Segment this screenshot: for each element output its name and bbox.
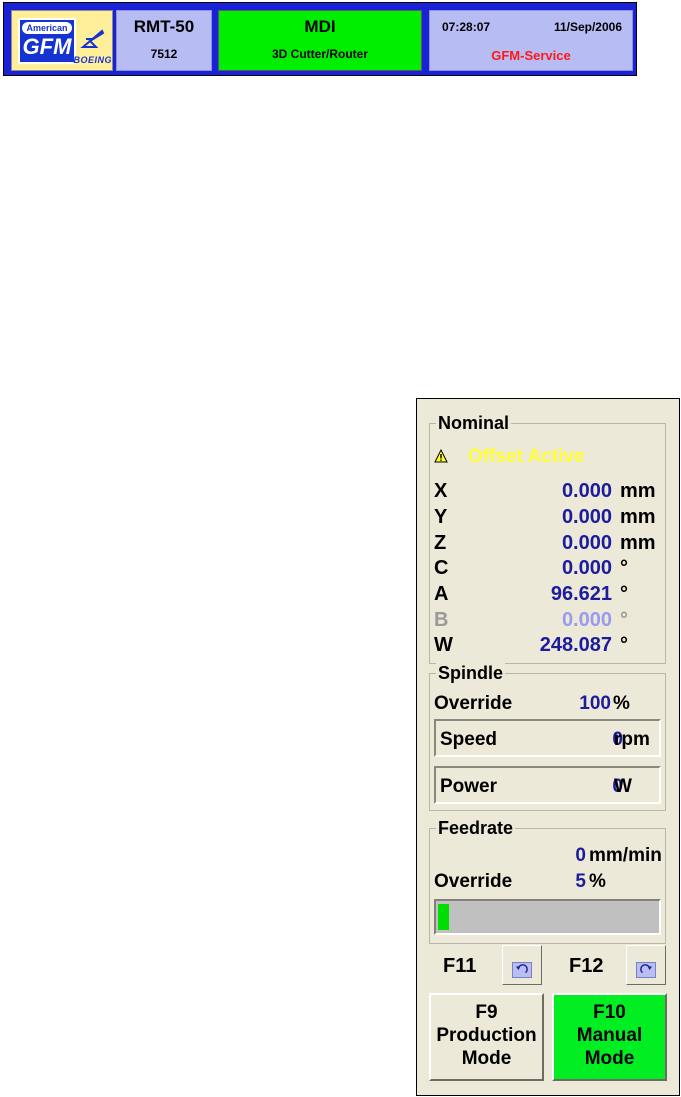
spindle-power-label: Power <box>440 776 498 797</box>
spindle-title: Spindle <box>436 662 506 684</box>
axis-label: W <box>434 634 453 656</box>
axis-row-b: B 0.000 ° <box>434 609 662 633</box>
axis-value: 0.000 <box>561 609 612 631</box>
f10-manual-mode-button[interactable]: F10 Manual Mode <box>552 993 667 1081</box>
f11-label: F11 <box>443 955 477 977</box>
nominal-group: Nominal Offset Active X 0.000 mm Y 0.000… <box>429 412 666 664</box>
spindle-override-unit: % <box>613 693 630 714</box>
status-header-bar: American GFM BOEING RMT-50 7512 MDI 3D C… <box>3 2 637 76</box>
axis-row-c: C 0.000 ° <box>434 557 662 581</box>
axis-unit: mm <box>620 480 656 502</box>
feedrate-group: Feedrate 0 mm/min Override 5 % <box>429 817 666 944</box>
axis-unit: ° <box>620 609 628 631</box>
f12-label: F12 <box>569 955 604 977</box>
offset-status: Offset Active <box>468 446 585 467</box>
f11-undo-button[interactable] <box>502 945 542 985</box>
axis-row-a: A 96.621 ° <box>434 583 662 607</box>
axis-control-panel: Nominal Offset Active X 0.000 mm Y 0.000… <box>416 398 680 1096</box>
spindle-speed-label: Speed <box>440 729 498 750</box>
f10-line1: Manual <box>576 1025 643 1046</box>
axis-unit: ° <box>620 583 628 605</box>
axis-value: 248.087 <box>539 634 612 656</box>
spindle-group: Spindle Override 100 % Speed 0 rpm Power… <box>429 662 666 811</box>
feedrate-override-unit: % <box>589 871 606 892</box>
f10-line2: Mode <box>584 1048 635 1069</box>
logo-american-text: American <box>22 22 72 34</box>
axis-value: 0.000 <box>561 480 612 502</box>
axis-row-y: Y 0.000 mm <box>434 506 662 530</box>
axis-row-w: W 248.087 ° <box>434 634 662 658</box>
mode-indicator: MDI 3D Cutter/Router <box>218 10 422 71</box>
axis-value: 0.000 <box>561 532 612 554</box>
current-user: GFM-Service <box>491 48 571 63</box>
spindle-override-label: Override <box>434 693 513 714</box>
spindle-speed-unit: rpm <box>614 729 650 750</box>
feedrate-title: Feedrate <box>436 817 516 839</box>
feedrate-value: 0 <box>575 845 586 866</box>
redo-icon <box>636 962 656 978</box>
axis-label: A <box>434 583 449 605</box>
logo-boeing-text: BOEING <box>73 55 112 65</box>
machine-info: RMT-50 7512 <box>116 10 212 71</box>
f9-production-mode-button[interactable]: F9 Production Mode <box>429 993 544 1081</box>
axis-value: 96.621 <box>550 583 612 605</box>
spindle-power-box: Power 0 W <box>434 766 661 804</box>
company-logo: American GFM BOEING <box>11 10 113 71</box>
feedrate-override-bar <box>434 899 661 935</box>
feedrate-override-label: Override <box>434 871 513 892</box>
feedrate-override-fill <box>438 904 449 930</box>
current-date: 11/Sep/2006 <box>553 20 622 34</box>
warning-icon <box>434 449 448 463</box>
axis-unit: mm <box>620 532 656 554</box>
axis-label: B <box>434 609 449 631</box>
machine-number: 7512 <box>150 47 178 61</box>
undo-icon <box>512 962 532 978</box>
axis-value: 0.000 <box>561 557 612 579</box>
f9-line2: Mode <box>461 1048 512 1069</box>
axis-unit: ° <box>620 634 628 656</box>
spindle-power-unit: W <box>614 776 632 797</box>
axis-label: Y <box>434 506 448 528</box>
spindle-override-value: 100 <box>579 693 611 714</box>
axis-row-z: Z 0.000 mm <box>434 532 662 556</box>
axis-unit: mm <box>620 506 656 528</box>
f10-key-label: F10 <box>593 1002 626 1023</box>
mode-name: MDI <box>304 17 336 36</box>
spindle-speed-box: Speed 0 rpm <box>434 719 661 757</box>
machine-name: RMT-50 <box>133 17 195 36</box>
axis-label: X <box>434 480 448 502</box>
axis-unit: ° <box>620 557 628 579</box>
nominal-title: Nominal <box>436 412 512 434</box>
clock-user-info: 07:28:07 11/Sep/2006 GFM-Service <box>429 10 633 71</box>
axis-value: 0.000 <box>561 506 612 528</box>
current-time: 07:28:07 <box>442 20 491 34</box>
f12-redo-button[interactable] <box>626 945 666 985</box>
f9-key-label: F9 <box>475 1002 498 1023</box>
axis-row-x: X 0.000 mm <box>434 480 662 504</box>
feedrate-override-value: 5 <box>575 871 586 892</box>
f9-line1: Production <box>436 1025 537 1046</box>
axis-label: Z <box>434 532 447 554</box>
boeing-plane-icon <box>80 29 105 48</box>
axis-label: C <box>434 557 449 579</box>
feedrate-unit: mm/min <box>589 845 662 866</box>
mode-description: 3D Cutter/Router <box>271 47 368 61</box>
